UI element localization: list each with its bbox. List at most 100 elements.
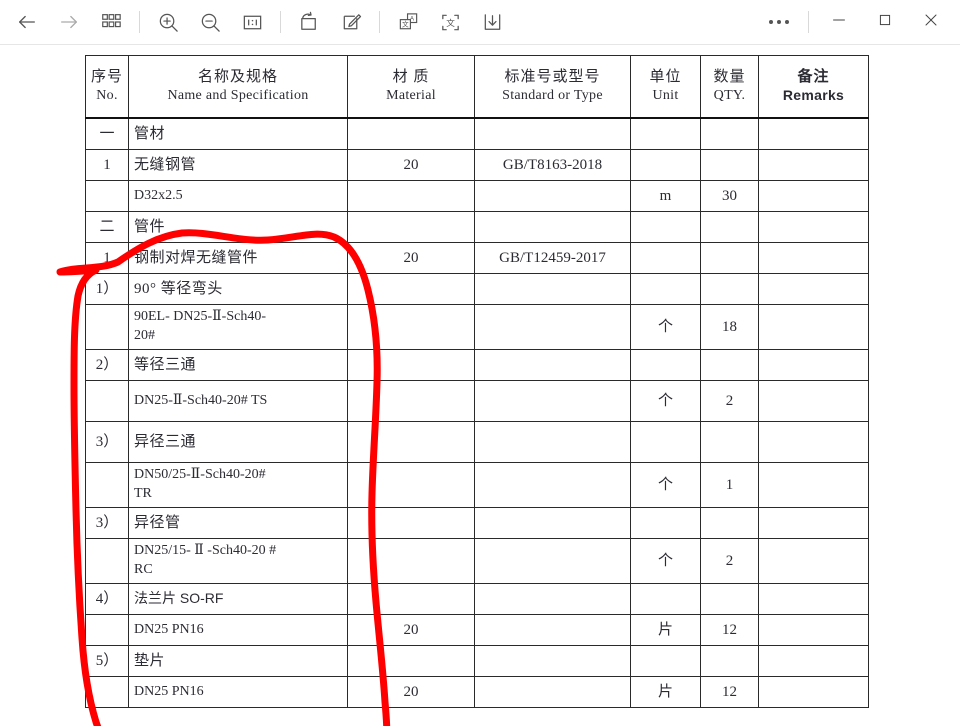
back-button[interactable] bbox=[6, 4, 48, 40]
annotate-button[interactable] bbox=[330, 4, 372, 40]
cell-no: 1 bbox=[85, 149, 129, 181]
cell-name-line1: DN25/15- Ⅱ -Sch40-20 # bbox=[134, 543, 277, 559]
cell-unit bbox=[630, 149, 701, 181]
translate-icon: A 文 bbox=[397, 11, 420, 34]
cell-unit: 个 bbox=[630, 462, 701, 508]
cell-mat: 20 bbox=[347, 149, 475, 181]
cell-remarks bbox=[758, 614, 869, 646]
cell-qty: 2 bbox=[700, 538, 759, 584]
cell-unit bbox=[630, 507, 701, 539]
col-header-name: 名称及规格 Name and Specification bbox=[128, 55, 348, 119]
table-row: 3） 异径管 bbox=[85, 507, 869, 539]
document-page[interactable]: 序号 No. 名称及规格 Name and Specification 材 质 … bbox=[0, 45, 960, 726]
back-icon bbox=[16, 11, 38, 33]
col-header-material: 材 质 Material bbox=[347, 55, 475, 119]
table-row: 3） 异径三通 bbox=[85, 421, 869, 463]
cell-qty bbox=[700, 211, 759, 243]
minimize-icon bbox=[829, 10, 849, 35]
save-button[interactable] bbox=[471, 4, 513, 40]
maximize-button[interactable] bbox=[862, 4, 908, 40]
table-row: 5） 垫片 bbox=[85, 645, 869, 677]
cell-unit: 个 bbox=[630, 304, 701, 350]
col-header-unit: 单位 Unit bbox=[630, 55, 701, 119]
cell-name: DN25-Ⅱ-Sch40-20# TS bbox=[128, 380, 348, 422]
cell-std bbox=[474, 349, 631, 381]
cell-unit bbox=[630, 583, 701, 615]
thumbnails-button[interactable] bbox=[90, 4, 132, 40]
rotate-button[interactable] bbox=[288, 4, 330, 40]
cell-mat: 20 bbox=[347, 614, 475, 646]
cell-remarks bbox=[758, 538, 869, 584]
cell-qty bbox=[700, 583, 759, 615]
cell-mat bbox=[347, 349, 475, 381]
col-header-remarks-en: Remarks bbox=[782, 87, 845, 104]
table-row: DN50/25-Ⅱ-Sch40-20# TR 个 1 bbox=[85, 462, 869, 508]
cell-remarks bbox=[758, 117, 869, 150]
col-header-unit-en: Unit bbox=[652, 88, 679, 104]
fit-width-button[interactable] bbox=[231, 4, 273, 40]
cell-std bbox=[474, 421, 631, 463]
cell-remarks bbox=[758, 421, 869, 463]
table-row: DN25/15- Ⅱ -Sch40-20 # RC 个 2 bbox=[85, 538, 869, 584]
col-header-qty-cn: 数量 bbox=[713, 69, 746, 86]
table-header: 序号 No. 名称及规格 Name and Specification 材 质 … bbox=[85, 55, 869, 119]
cell-remarks bbox=[758, 242, 869, 274]
col-header-standard-en: Standard or Type bbox=[502, 88, 603, 104]
col-header-no-en: No. bbox=[96, 88, 118, 104]
ocr-button[interactable]: 文 bbox=[429, 4, 471, 40]
cell-remarks bbox=[758, 583, 869, 615]
table-row: D32x2.5 m 30 bbox=[85, 180, 869, 212]
cell-name: 管件 bbox=[128, 211, 348, 243]
col-header-qty: 数量 QTY. bbox=[700, 55, 759, 119]
cell-qty bbox=[700, 349, 759, 381]
zoom-out-button[interactable] bbox=[189, 4, 231, 40]
cell-qty bbox=[700, 273, 759, 305]
cell-mat bbox=[347, 507, 475, 539]
zoom-out-icon bbox=[199, 11, 222, 34]
cell-mat bbox=[347, 304, 475, 350]
translate-button[interactable]: A 文 bbox=[387, 4, 429, 40]
cell-mat bbox=[347, 211, 475, 243]
cell-name: 等径三通 bbox=[128, 349, 348, 381]
fit-width-icon bbox=[241, 11, 264, 34]
cell-name: 管材 bbox=[128, 117, 348, 150]
cell-name: 90EL- DN25-Ⅱ-Sch40- 20# bbox=[128, 304, 348, 350]
cell-unit bbox=[630, 645, 701, 677]
cell-name-line1: 90EL- DN25-Ⅱ-Sch40- bbox=[134, 309, 266, 325]
cell-unit: m bbox=[630, 180, 701, 212]
cell-remarks bbox=[758, 349, 869, 381]
cell-mat bbox=[347, 273, 475, 305]
cell-no bbox=[85, 614, 129, 646]
cell-no: 1） bbox=[85, 273, 129, 305]
cell-mat: 20 bbox=[347, 676, 475, 708]
cell-no: 3） bbox=[85, 421, 129, 463]
col-header-remarks-cn: 备注 bbox=[797, 68, 830, 86]
cell-std: GB/T12459-2017 bbox=[474, 242, 631, 274]
cell-remarks bbox=[758, 462, 869, 508]
col-header-standard-cn: 标准号或型号 bbox=[504, 69, 601, 86]
more-options-button[interactable] bbox=[757, 4, 801, 40]
cell-qty: 30 bbox=[700, 180, 759, 212]
zoom-in-button[interactable] bbox=[147, 4, 189, 40]
svg-text:文: 文 bbox=[446, 16, 455, 27]
forward-button[interactable] bbox=[48, 4, 90, 40]
close-button[interactable] bbox=[908, 4, 954, 40]
cell-qty bbox=[700, 117, 759, 150]
cell-unit bbox=[630, 273, 701, 305]
table-row: 二管件 bbox=[85, 211, 869, 243]
cell-remarks bbox=[758, 180, 869, 212]
cell-name-line2: RC bbox=[134, 562, 153, 577]
cell-unit bbox=[630, 349, 701, 381]
cell-no: 一 bbox=[85, 117, 129, 150]
table-row: 2） 等径三通 bbox=[85, 349, 869, 381]
cell-no bbox=[85, 676, 129, 708]
cell-name: 异径三通 bbox=[128, 421, 348, 463]
cell-qty: 12 bbox=[700, 676, 759, 708]
cell-remarks bbox=[758, 211, 869, 243]
minimize-button[interactable] bbox=[816, 4, 862, 40]
cell-std bbox=[474, 676, 631, 708]
table-row: 一管材 bbox=[85, 117, 869, 150]
cell-qty bbox=[700, 242, 759, 274]
col-header-material-cn: 材 质 bbox=[392, 69, 430, 86]
cell-remarks bbox=[758, 273, 869, 305]
